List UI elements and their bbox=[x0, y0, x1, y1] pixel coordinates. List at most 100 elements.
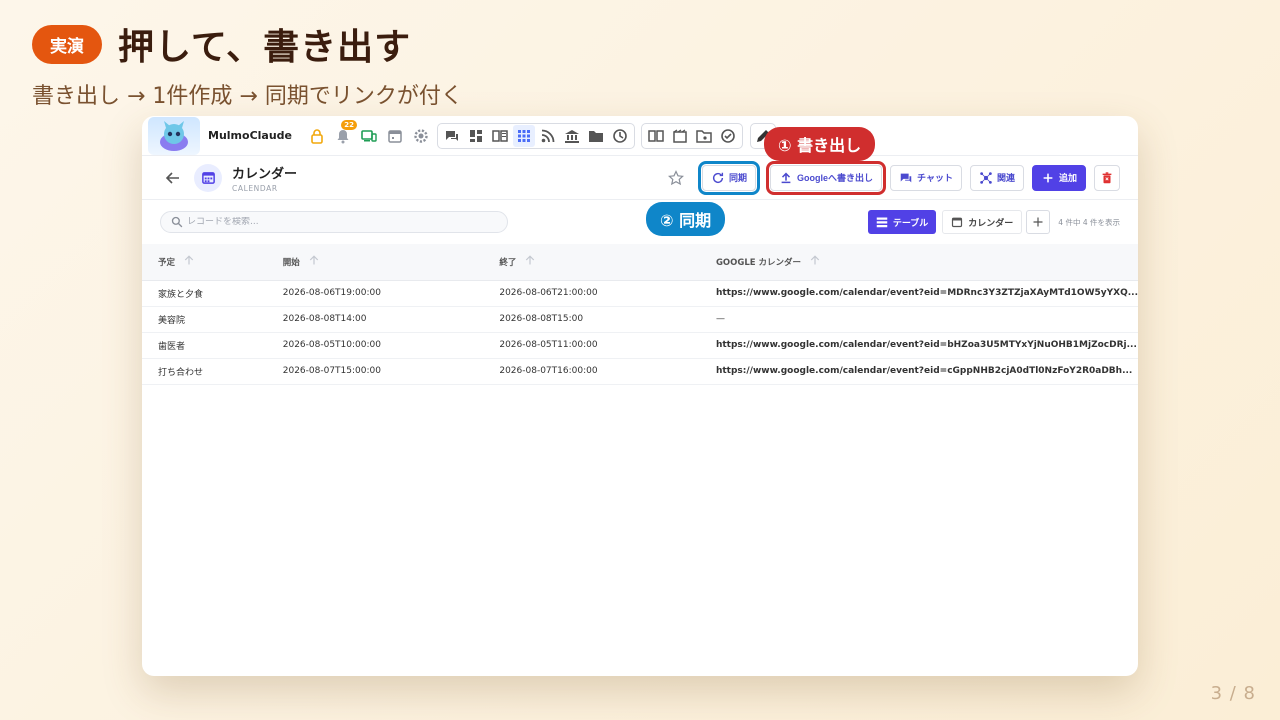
slide-title: 押して、書き出す bbox=[118, 27, 412, 68]
add-label: 追加 bbox=[1058, 173, 1077, 183]
table-view-label: テーブル bbox=[892, 218, 929, 229]
cell-title: 打ち合わせ bbox=[142, 358, 267, 385]
plus-icon bbox=[1043, 173, 1053, 182]
column-header[interactable]: GOOGLE カレンダー bbox=[699, 244, 1138, 281]
search-icon bbox=[171, 216, 183, 228]
calendar-icon bbox=[201, 172, 215, 184]
calendar-badge bbox=[194, 163, 222, 192]
cell-end: 2026-08-05T11:00:00 bbox=[483, 332, 700, 359]
view-switcher-group bbox=[437, 122, 635, 149]
slide-header: 実演 押して、書き出す 書き出し → 1件作成 → 同期でリンクが付く bbox=[32, 18, 463, 110]
cell-start: 2026-08-07T15:00:00 bbox=[266, 358, 484, 385]
column-header[interactable]: 終了 bbox=[483, 244, 700, 281]
title-row: 実演 押して、書き出す bbox=[32, 18, 463, 70]
chat-label: チャット bbox=[917, 173, 953, 183]
table-row[interactable]: 美容院 2026-08-08T14:00 2026-08-08T15:00 — bbox=[142, 306, 1138, 333]
upload-icon bbox=[781, 172, 791, 183]
trash-icon bbox=[1102, 171, 1112, 183]
favorite-button[interactable] bbox=[666, 168, 686, 188]
cell-end: 2026-08-08T15:00 bbox=[483, 306, 700, 333]
related-button[interactable]: 関連 bbox=[969, 164, 1024, 191]
check-circle-icon[interactable] bbox=[717, 125, 739, 147]
dashboard-icon[interactable] bbox=[465, 125, 487, 147]
cell-end: 2026-08-06T21:00:00 bbox=[483, 280, 700, 307]
table-icon bbox=[876, 217, 888, 228]
calendar-icon[interactable] bbox=[385, 126, 405, 146]
chat-icon bbox=[900, 173, 912, 182]
column-header[interactable]: 予定 bbox=[142, 244, 267, 281]
sync-label: 同期 bbox=[729, 173, 748, 183]
rss-icon[interactable] bbox=[537, 125, 559, 147]
network-icon bbox=[980, 171, 992, 184]
page-number: 3 / 8 bbox=[1210, 683, 1256, 704]
folder-icon[interactable] bbox=[585, 125, 607, 147]
lock-icon[interactable] bbox=[307, 126, 327, 146]
bell-icon[interactable]: 22 bbox=[333, 119, 357, 146]
cell-google-link[interactable]: https://www.google.com/calendar/event?ei… bbox=[699, 332, 1138, 359]
gear-icon[interactable] bbox=[411, 126, 431, 146]
page-header: カレンダー CALENDAR 同期 Googleへ書き出し チャット 関連 追加 bbox=[142, 156, 1138, 200]
bank-icon[interactable] bbox=[561, 125, 583, 147]
demo-badge: 実演 bbox=[32, 24, 102, 64]
search-box bbox=[160, 211, 508, 233]
back-button[interactable] bbox=[164, 169, 182, 187]
folder-star-icon[interactable] bbox=[693, 125, 715, 147]
cell-google-link[interactable]: https://www.google.com/calendar/event?ei… bbox=[699, 358, 1138, 385]
plus-icon bbox=[1033, 217, 1043, 227]
table-toolbar: テーブル カレンダー 4 件中 4 件を表示 bbox=[142, 200, 1138, 244]
chat-button[interactable]: チャット bbox=[890, 164, 962, 191]
calendar-icon bbox=[952, 217, 963, 228]
refresh-icon bbox=[712, 172, 724, 183]
slide-subtitle: 書き出し → 1件作成 → 同期でリンクが付く bbox=[32, 84, 463, 109]
app-logo[interactable] bbox=[148, 116, 200, 155]
cell-title: 歯医者 bbox=[142, 332, 267, 359]
chat-icon[interactable] bbox=[441, 125, 463, 147]
cell-title: 家族と夕食 bbox=[142, 280, 267, 307]
related-label: 関連 bbox=[996, 173, 1015, 183]
table-row[interactable]: 打ち合わせ 2026-08-07T15:00:00 2026-08-07T16:… bbox=[142, 358, 1138, 385]
cell-start: 2026-08-08T14:00 bbox=[266, 306, 484, 333]
devices-icon[interactable] bbox=[359, 126, 379, 146]
cell-google-link[interactable]: https://www.google.com/calendar/event?ei… bbox=[699, 280, 1138, 307]
book-icon[interactable] bbox=[489, 125, 511, 147]
sort-arrow-icon[interactable] bbox=[183, 254, 195, 269]
export-google-button[interactable]: Googleへ書き出し bbox=[766, 160, 887, 195]
clock-icon[interactable] bbox=[609, 125, 631, 147]
mascot-icon bbox=[160, 120, 188, 151]
page-title: カレンダー bbox=[232, 166, 298, 182]
apps-grid-icon[interactable] bbox=[513, 124, 535, 147]
tools-group bbox=[641, 122, 743, 149]
cell-google-link: — bbox=[699, 306, 1138, 333]
app-window: MulmoClaude 22 ① 書き出し カレンダー CALENDAR 同期 … bbox=[142, 116, 1138, 676]
cell-end: 2026-08-07T16:00:00 bbox=[483, 358, 700, 385]
cell-start: 2026-08-06T19:00:00 bbox=[266, 280, 484, 307]
notification-count: 22 bbox=[341, 119, 357, 130]
records-table: 予定 開始 終了 GOOGLE カレンダー 家族と夕食 2026-08-06T1… bbox=[142, 244, 1138, 385]
search-input[interactable] bbox=[187, 217, 487, 227]
star-icon bbox=[668, 169, 685, 185]
arrow-left-icon bbox=[165, 171, 179, 184]
sort-arrow-icon[interactable] bbox=[809, 254, 821, 269]
add-button[interactable]: 追加 bbox=[1031, 164, 1086, 191]
column-header[interactable]: 開始 bbox=[266, 244, 484, 281]
page-title-block: カレンダー CALENDAR bbox=[232, 163, 297, 193]
top-bar: MulmoClaude 22 ① 書き出し bbox=[142, 116, 1138, 161]
sync-button[interactable]: 同期 bbox=[698, 160, 761, 195]
export-label: Googleへ書き出し bbox=[797, 173, 874, 183]
record-count: 4 件中 4 件を表示 bbox=[1058, 217, 1120, 227]
sort-arrow-icon[interactable] bbox=[524, 254, 536, 269]
film-icon[interactable] bbox=[669, 125, 691, 147]
cell-title: 美容院 bbox=[142, 306, 267, 333]
delete-button[interactable] bbox=[1094, 164, 1120, 191]
add-view-button[interactable] bbox=[1026, 210, 1051, 234]
reader-icon[interactable] bbox=[645, 125, 667, 147]
cell-start: 2026-08-05T10:00:00 bbox=[266, 332, 484, 359]
sort-arrow-icon[interactable] bbox=[308, 254, 320, 269]
app-name: MulmoClaude bbox=[208, 129, 292, 142]
calendar-view-button[interactable]: カレンダー bbox=[942, 210, 1023, 234]
table-row[interactable]: 歯医者 2026-08-05T10:00:00 2026-08-05T11:00… bbox=[142, 332, 1138, 359]
page-subtitle: CALENDAR bbox=[232, 183, 278, 193]
table-header-row: 予定 開始 終了 GOOGLE カレンダー bbox=[142, 244, 1138, 281]
table-row[interactable]: 家族と夕食 2026-08-06T19:00:00 2026-08-06T21:… bbox=[142, 280, 1138, 307]
table-view-button[interactable]: テーブル bbox=[867, 210, 937, 234]
